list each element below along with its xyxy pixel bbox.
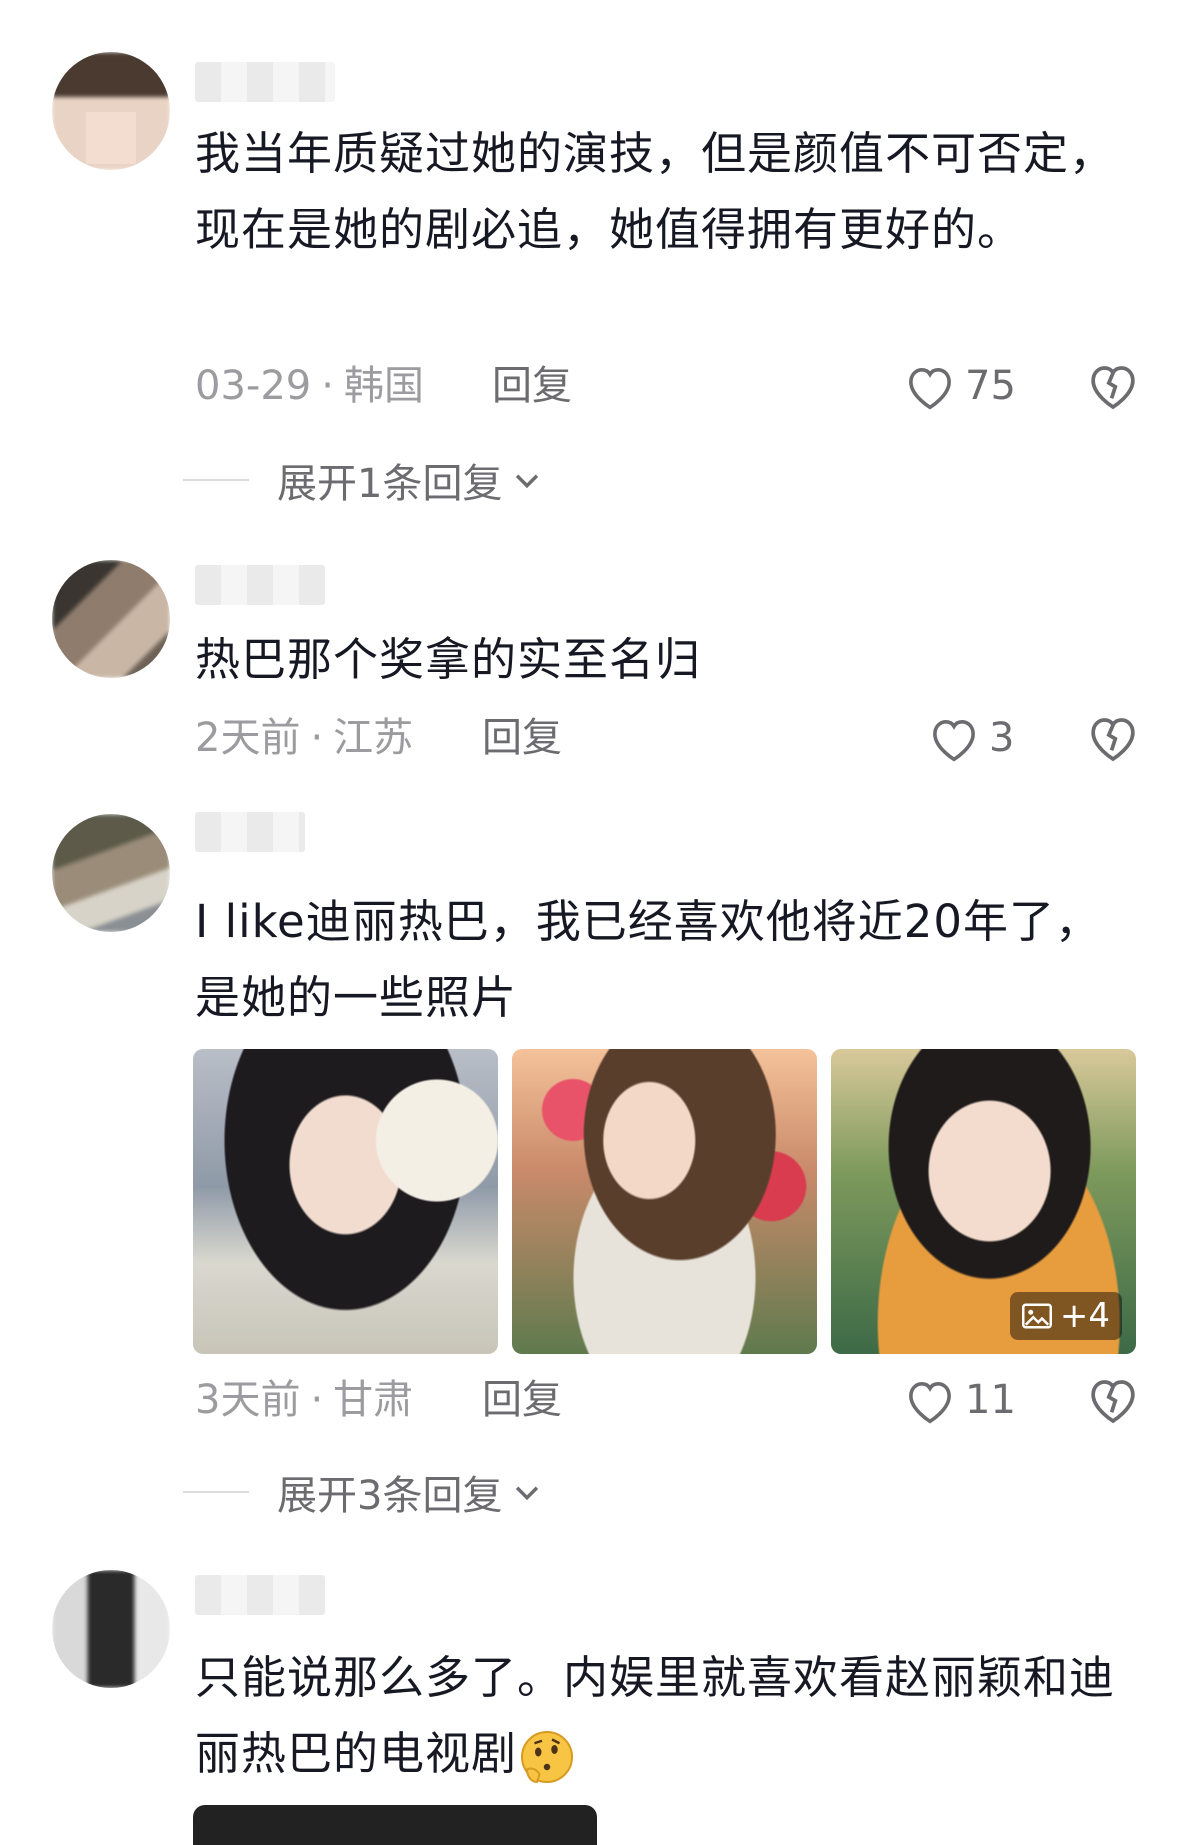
avatar[interactable] [52, 52, 170, 170]
avatar[interactable] [52, 560, 170, 678]
avatar[interactable] [52, 1570, 170, 1688]
heart-icon [909, 367, 951, 410]
username-redacted[interactable] [195, 1575, 325, 1615]
like-button[interactable]: 3 [927, 708, 1014, 768]
comment-text: 我当年质疑过她的演技，但是颜值不可否定，现在是她的剧必追，她值得拥有更好的。 [195, 127, 1116, 256]
expand-replies[interactable]: 展开3条回复 [183, 1462, 544, 1522]
dislike-icon[interactable] [1085, 358, 1141, 414]
like-count: 3 [989, 715, 1015, 761]
divider-line [183, 1491, 249, 1493]
thinking-face-emoji-icon [521, 1731, 574, 1784]
like-count: 75 [965, 363, 1016, 409]
photo-thumbnail[interactable] [193, 1805, 597, 1845]
expand-replies[interactable]: 展开1条回复 [183, 450, 544, 510]
avatar[interactable] [52, 814, 170, 932]
chevron-down-icon [516, 474, 539, 489]
dislike-icon[interactable] [1085, 1372, 1141, 1428]
username-redacted[interactable] [195, 565, 325, 605]
comment-meta: 2天前 · 江苏 [195, 715, 414, 761]
comment-meta: 03-29 · 韩国 [195, 363, 424, 409]
expand-replies-label: 展开3条回复 [277, 1473, 503, 1519]
divider-line [183, 479, 249, 481]
comment-text: I like迪丽热巴，我已经喜欢他将近20年了，是她的一些照片 [195, 895, 1101, 1024]
more-images-count: +4 [1059, 1296, 1110, 1336]
photo-thumbnail[interactable] [193, 1049, 498, 1354]
heart-icon [933, 719, 975, 762]
photo-thumbnail[interactable]: +4 [831, 1049, 1136, 1354]
comment-date: 03-29 [195, 363, 312, 409]
comment-text: 热巴那个奖拿的实至名归 [195, 633, 702, 686]
comment-location: 韩国 [343, 363, 424, 409]
comment-text: 只能说那么多了。内娱里就喜欢看赵丽颖和迪丽热巴的电视剧 [195, 1640, 1115, 1792]
comment-location: 江苏 [333, 715, 414, 761]
comment-text-body: 只能说那么多了。内娱里就喜欢看赵丽颖和迪丽热巴的电视剧 [195, 1651, 1116, 1780]
image-gallery: +4 [193, 1049, 1136, 1354]
reply-button[interactable]: 回复 [482, 708, 562, 768]
comment-date: 2天前 [195, 715, 301, 761]
dislike-icon[interactable] [1085, 710, 1141, 766]
expand-replies-label: 展开1条回复 [277, 461, 503, 507]
heart-icon [909, 1381, 951, 1424]
more-images-badge[interactable]: +4 [1009, 1292, 1122, 1340]
username-redacted[interactable] [195, 62, 335, 102]
like-count: 11 [965, 1377, 1016, 1423]
reply-button[interactable]: 回复 [482, 1370, 562, 1430]
chevron-down-icon [516, 1486, 539, 1501]
reply-button[interactable]: 回复 [492, 356, 572, 416]
image-icon [1021, 1303, 1052, 1329]
username-redacted[interactable] [195, 812, 305, 852]
comment-date: 3天前 [195, 1377, 301, 1423]
comment-meta: 3天前 · 甘肃 [195, 1377, 414, 1423]
like-button[interactable]: 75 [903, 356, 1016, 416]
like-button[interactable]: 11 [903, 1370, 1016, 1430]
comment-location: 甘肃 [333, 1377, 414, 1423]
photo-thumbnail[interactable] [512, 1049, 817, 1354]
